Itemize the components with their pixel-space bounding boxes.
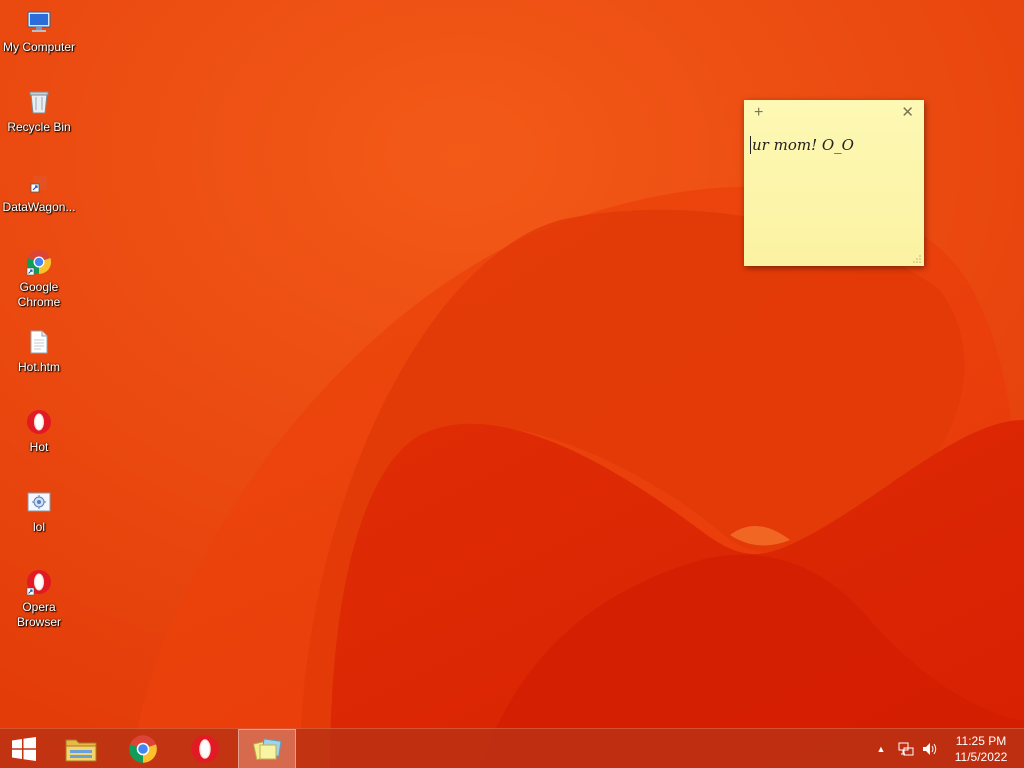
windows-logo-icon bbox=[12, 737, 36, 761]
opera-icon bbox=[23, 566, 55, 598]
sticky-note-text[interactable]: ur mom! O_O bbox=[750, 136, 854, 154]
recycle-bin-icon bbox=[23, 86, 55, 118]
desktop-icon-recycle-bin[interactable]: Recycle Bin bbox=[0, 86, 78, 135]
desktop-icon-label: My Computer bbox=[2, 40, 76, 54]
desktop-icon-lol[interactable]: lol bbox=[0, 486, 78, 535]
html-file-icon bbox=[23, 326, 55, 358]
desktop-icon-label: Google Chrome bbox=[17, 280, 61, 309]
desktop-icon-opera-browser[interactable]: Opera Browser bbox=[0, 566, 78, 630]
clock-date: 11/5/2022 bbox=[954, 750, 1008, 764]
show-hidden-icons-button[interactable]: ▲ bbox=[874, 741, 888, 757]
taskbar-sticky-notes[interactable] bbox=[238, 729, 296, 768]
desktop-icon-label: Opera Browser bbox=[16, 600, 61, 629]
close-note-button[interactable]: ✕ bbox=[901, 104, 914, 122]
sticky-notes-icon bbox=[252, 738, 282, 761]
desktop-icon-google-chrome[interactable]: Google Chrome bbox=[0, 246, 78, 310]
desktop-icon-label: Hot.htm bbox=[17, 360, 60, 374]
desktop-icon-label: Recycle Bin bbox=[7, 120, 71, 134]
desktop-icon-my-computer[interactable]: My Computer bbox=[0, 6, 78, 55]
taskbar-opera[interactable] bbox=[176, 729, 234, 768]
taskbar-file-explorer[interactable] bbox=[52, 729, 110, 768]
desktop-icon-label: lol bbox=[32, 520, 45, 534]
folder-icon bbox=[65, 739, 97, 762]
desktop-icon-hot[interactable]: Hot bbox=[0, 406, 78, 455]
computer-icon bbox=[23, 6, 55, 38]
opera-icon bbox=[191, 735, 219, 763]
chrome-icon bbox=[23, 246, 55, 278]
desktop-icon-hot-htm[interactable]: Hot.htm bbox=[0, 326, 78, 375]
sticky-note[interactable]: + ✕ ur mom! O_O bbox=[744, 100, 924, 266]
image-file-icon bbox=[23, 486, 55, 518]
desktop-icon-datawagon[interactable]: DataWagon... bbox=[0, 166, 78, 215]
taskbar: ▲ 11:25 PM 11/5/2022 bbox=[0, 728, 1024, 768]
clock[interactable]: 11:25 PM 11/5/2022 bbox=[948, 733, 1014, 765]
start-button[interactable] bbox=[0, 729, 48, 768]
resize-grip-icon[interactable] bbox=[913, 255, 921, 263]
opera-icon bbox=[23, 406, 55, 438]
desktop: My Computer Recycle Bin DataWagon... Goo… bbox=[0, 0, 1024, 768]
desktop-icon-label: DataWagon... bbox=[2, 200, 76, 214]
volume-icon[interactable] bbox=[920, 741, 940, 757]
add-note-button[interactable]: + bbox=[754, 104, 763, 122]
shortcut-icon bbox=[23, 166, 55, 198]
chrome-icon bbox=[129, 735, 157, 763]
desktop-icon-label: Hot bbox=[29, 440, 49, 454]
taskbar-chrome[interactable] bbox=[114, 729, 172, 768]
network-icon[interactable] bbox=[897, 741, 915, 757]
sticky-note-title-bar[interactable]: + ✕ bbox=[744, 100, 924, 126]
clock-time: 11:25 PM bbox=[955, 734, 1007, 748]
